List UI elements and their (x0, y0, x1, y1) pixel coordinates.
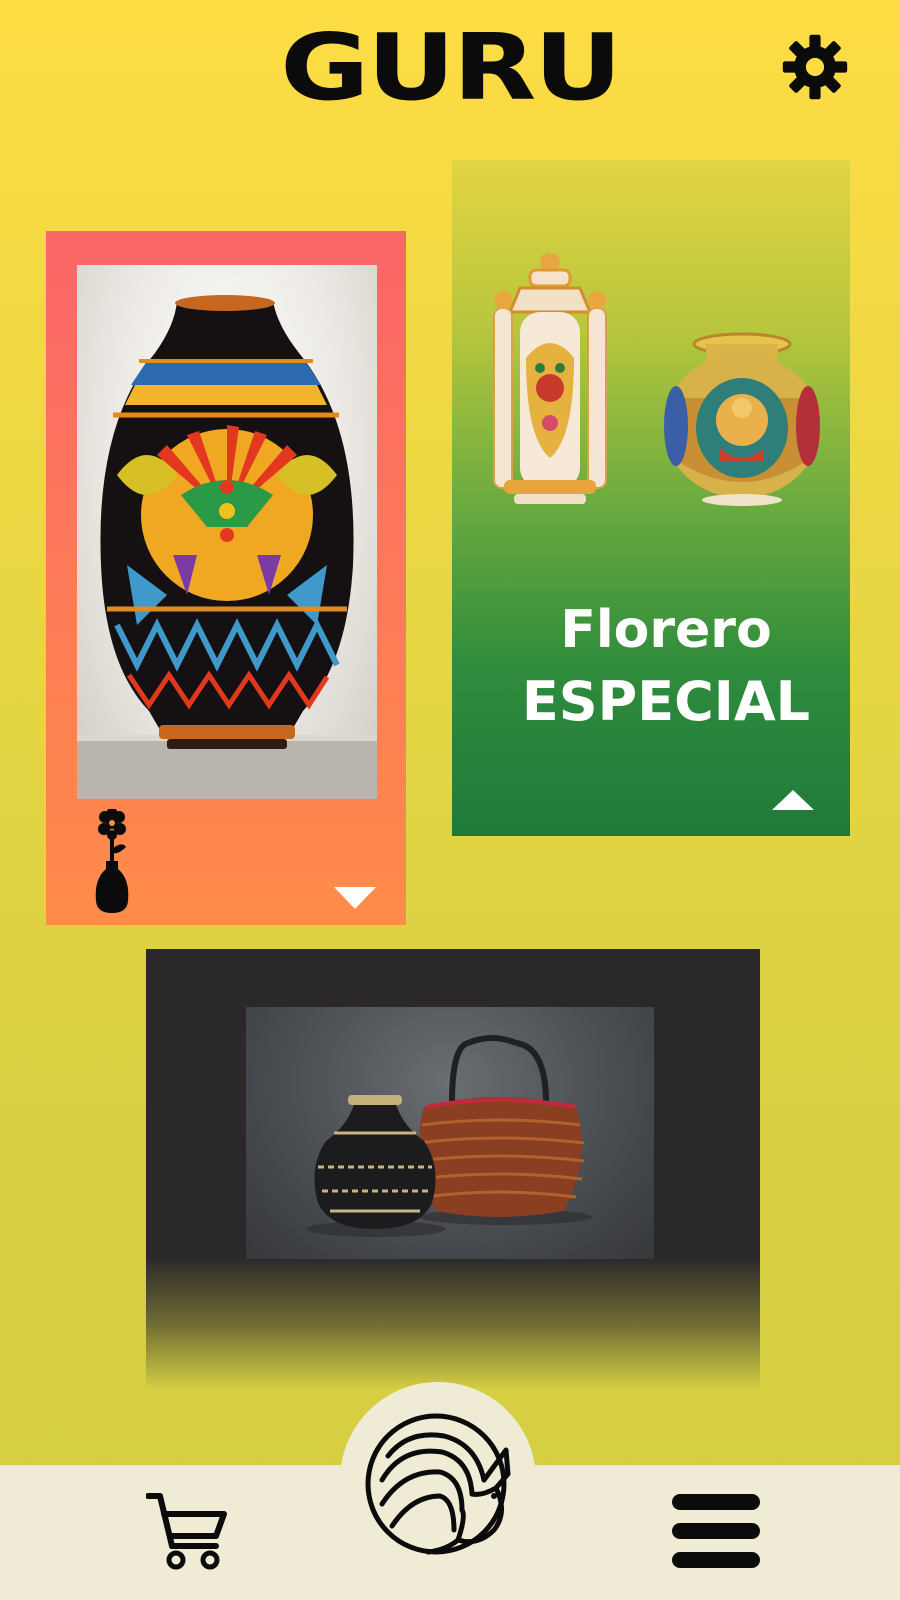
product-card-special[interactable]: Florero ESPECIAL (452, 160, 850, 836)
app-logo: GURU (280, 14, 622, 121)
home-button[interactable] (340, 1382, 536, 1578)
triangle-up-icon[interactable] (770, 788, 816, 812)
settings-button[interactable] (780, 32, 850, 102)
armadillo-logo-icon (365, 1413, 511, 1555)
product-card-vase[interactable] (46, 231, 406, 925)
gear-icon (782, 34, 848, 100)
decorated-lantern-and-pot-photo (493, 253, 820, 506)
woven-vase-and-basket-photo (246, 1007, 654, 1259)
flower-vase-icon (95, 809, 129, 913)
cart-button[interactable] (145, 1490, 228, 1572)
cart-icon (145, 1493, 227, 1570)
product-card-woven[interactable] (146, 949, 760, 1389)
painted-vase-photo (77, 265, 377, 799)
promo-title-line1: Florero (560, 600, 772, 660)
menu-button[interactable] (670, 1490, 762, 1572)
hamburger-menu-icon (672, 1494, 760, 1568)
triangle-down-icon[interactable] (332, 885, 378, 911)
promo-title-line2: ESPECIAL (521, 670, 811, 733)
